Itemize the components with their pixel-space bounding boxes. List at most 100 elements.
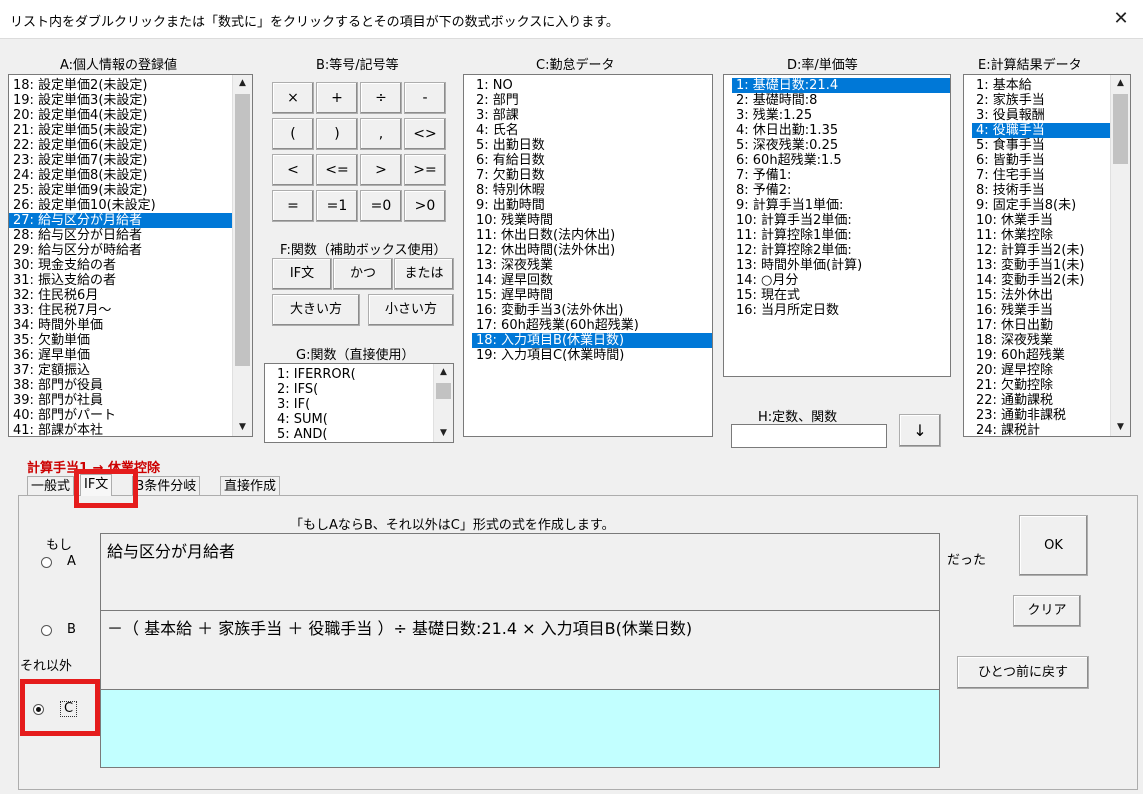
list-e-item[interactable]: 22: 通勤課税: [972, 393, 1130, 408]
clear-button[interactable]: クリア: [1013, 595, 1081, 627]
list-d-item[interactable]: 14: ○月分: [732, 273, 950, 288]
list-c-item[interactable]: 3: 部課: [472, 108, 712, 123]
list-e-item[interactable]: 16: 残業手当: [972, 303, 1130, 318]
list-a-item[interactable]: 18: 設定単価2(未設定): [9, 78, 252, 93]
list-a-item[interactable]: 38: 部門が役員: [9, 378, 252, 393]
equals-button[interactable]: =: [272, 190, 314, 222]
scroll-down-icon[interactable]: ▼: [233, 419, 252, 436]
expression-c-box[interactable]: [100, 689, 940, 768]
min-function-button[interactable]: 小さい方: [368, 294, 454, 326]
list-c-item[interactable]: 8: 特別休暇: [472, 183, 712, 198]
scroll-down-icon[interactable]: ▼: [1111, 419, 1130, 436]
list-e-item[interactable]: 11: 休業控除: [972, 228, 1130, 243]
list-d-item[interactable]: 16: 当月所定日数: [732, 303, 950, 318]
equals-zero-button[interactable]: =0: [360, 190, 402, 222]
list-c-item[interactable]: 12: 休出時間(法外休出): [472, 243, 712, 258]
close-button[interactable]: ✕: [1104, 4, 1138, 34]
list-a-item[interactable]: 23: 設定単価7(未設定): [9, 153, 252, 168]
list-a-item[interactable]: 25: 設定単価9(未設定): [9, 183, 252, 198]
list-a-item[interactable]: 40: 部門がパート: [9, 408, 252, 423]
list-d-item[interactable]: 3: 残業:1.25: [732, 108, 950, 123]
list-a-item[interactable]: 36: 遅早単価: [9, 348, 252, 363]
scroll-down-icon[interactable]: ▼: [434, 425, 453, 442]
list-a-item[interactable]: 35: 欠勤単価: [9, 333, 252, 348]
list-c-item[interactable]: 11: 休出日数(法内休出): [472, 228, 712, 243]
list-e-item[interactable]: 24: 課税計: [972, 423, 1130, 436]
list-d-item[interactable]: 11: 計算控除1単価:: [732, 228, 950, 243]
list-e[interactable]: 1: 基本給 2: 家族手当 3: 役員報酬 4: 役職手当 5: 食事手当 6: 皆勤手…: [963, 74, 1131, 437]
ok-button[interactable]: OK: [1019, 515, 1088, 576]
radio-a[interactable]: [41, 557, 52, 568]
list-g-item[interactable]: 1: IFERROR(: [273, 367, 453, 382]
comma-button[interactable]: ,: [360, 118, 402, 150]
list-a-item[interactable]: 24: 設定単価8(未設定): [9, 168, 252, 183]
if-function-button[interactable]: IF文: [272, 258, 332, 290]
not-equal-button[interactable]: <>: [404, 118, 446, 150]
list-a-item[interactable]: 20: 設定単価4(未設定): [9, 108, 252, 123]
list-e-item[interactable]: 21: 欠勤控除: [972, 378, 1130, 393]
list-a-item[interactable]: 30: 現金支給の者: [9, 258, 252, 273]
tab-general[interactable]: 一般式: [27, 476, 75, 496]
list-a-scrollbar[interactable]: ▲ ▼: [232, 75, 252, 436]
list-g-item[interactable]: 5: AND(: [273, 427, 453, 442]
const-h-input[interactable]: [731, 424, 887, 448]
list-c-item[interactable]: 6: 有給日数: [472, 153, 712, 168]
scroll-thumb[interactable]: [235, 94, 250, 366]
list-c-item[interactable]: 16: 変動手当3(法外休出): [472, 303, 712, 318]
plus-button[interactable]: +: [316, 82, 358, 114]
multiply-button[interactable]: ×: [272, 82, 314, 114]
insert-arrow-button[interactable]: ↓: [899, 414, 941, 447]
list-e-item[interactable]: 10: 休業手当: [972, 213, 1130, 228]
list-c-item[interactable]: 2: 部門: [472, 93, 712, 108]
tab-three-branch[interactable]: 3条件分岐: [132, 476, 201, 496]
list-c-item[interactable]: 18: 入力項目B(休業日数): [472, 333, 712, 348]
list-e-item[interactable]: 12: 計算手当2(未): [972, 243, 1130, 258]
condition-a-box[interactable]: 給与区分が月給者: [100, 533, 940, 611]
list-a-item[interactable]: 29: 給与区分が時給者: [9, 243, 252, 258]
list-d-item[interactable]: 6: 60h超残業:1.5: [732, 153, 950, 168]
list-d[interactable]: 1: 基礎日数:21.4 2: 基礎時間:8 3: 残業:1.25 4: 休日出勤:1…: [723, 74, 951, 377]
list-e-scrollbar[interactable]: ▲ ▼: [1110, 75, 1130, 436]
list-a-item[interactable]: 32: 住民税6月: [9, 288, 252, 303]
greater-than-button[interactable]: >: [360, 154, 402, 186]
list-c-item[interactable]: 15: 遅早時間: [472, 288, 712, 303]
list-e-item[interactable]: 1: 基本給: [972, 78, 1130, 93]
list-e-item[interactable]: 13: 変動手当1(未): [972, 258, 1130, 273]
list-e-item[interactable]: 17: 休日出勤: [972, 318, 1130, 333]
scroll-up-icon[interactable]: ▲: [1111, 75, 1130, 92]
list-c-item[interactable]: 4: 氏名: [472, 123, 712, 138]
list-g-item[interactable]: 3: IF(: [273, 397, 453, 412]
list-a-item[interactable]: 22: 設定単価6(未設定): [9, 138, 252, 153]
list-a-item[interactable]: 41: 部課が本社: [9, 423, 252, 436]
list-e-item[interactable]: 15: 法外休出: [972, 288, 1130, 303]
list-e-item[interactable]: 18: 深夜残業: [972, 333, 1130, 348]
list-e-item[interactable]: 4: 役職手当: [972, 123, 1130, 138]
max-function-button[interactable]: 大きい方: [272, 294, 360, 326]
list-g-item[interactable]: 4: SUM(: [273, 412, 453, 427]
list-d-item[interactable]: 13: 時間外単価(計算): [732, 258, 950, 273]
list-a-item[interactable]: 37: 定額振込: [9, 363, 252, 378]
divide-button[interactable]: ÷: [360, 82, 402, 114]
greater-zero-button[interactable]: >0: [404, 190, 446, 222]
less-than-button[interactable]: <: [272, 154, 314, 186]
list-c-item[interactable]: 1: NO: [472, 78, 712, 93]
list-c-item[interactable]: 10: 残業時間: [472, 213, 712, 228]
list-d-item[interactable]: 1: 基礎日数:21.4: [732, 78, 950, 93]
list-c-item[interactable]: 14: 遅早回数: [472, 273, 712, 288]
expression-b-box[interactable]: －（ 基本給 ＋ 家族手当 ＋ 役職手当 ）÷ 基礎日数:21.4 × 入力項目…: [100, 610, 940, 690]
list-a[interactable]: 18: 設定単価2(未設定) 19: 設定単価3(未設定) 20: 設定単価4(未設…: [8, 74, 253, 437]
list-a-item[interactable]: 28: 給与区分が日給者: [9, 228, 252, 243]
list-a-item[interactable]: 27: 給与区分が月給者: [9, 213, 252, 228]
undo-button[interactable]: ひとつ前に戻す: [957, 656, 1089, 689]
list-d-item[interactable]: 15: 現在式: [732, 288, 950, 303]
list-d-item[interactable]: 5: 深夜残業:0.25: [732, 138, 950, 153]
open-paren-button[interactable]: (: [272, 118, 314, 150]
list-g[interactable]: 1: IFERROR(2: IFS(3: IF(4: SUM(5: AND( ▲…: [264, 363, 454, 443]
scroll-thumb[interactable]: [1113, 94, 1128, 164]
greater-equal-button[interactable]: >=: [404, 154, 446, 186]
list-e-item[interactable]: 19: 60h超残業: [972, 348, 1130, 363]
list-e-item[interactable]: 14: 変動手当2(未): [972, 273, 1130, 288]
or-function-button[interactable]: または: [394, 258, 454, 290]
scroll-thumb[interactable]: [436, 383, 451, 399]
list-c-item[interactable]: 7: 欠勤日数: [472, 168, 712, 183]
